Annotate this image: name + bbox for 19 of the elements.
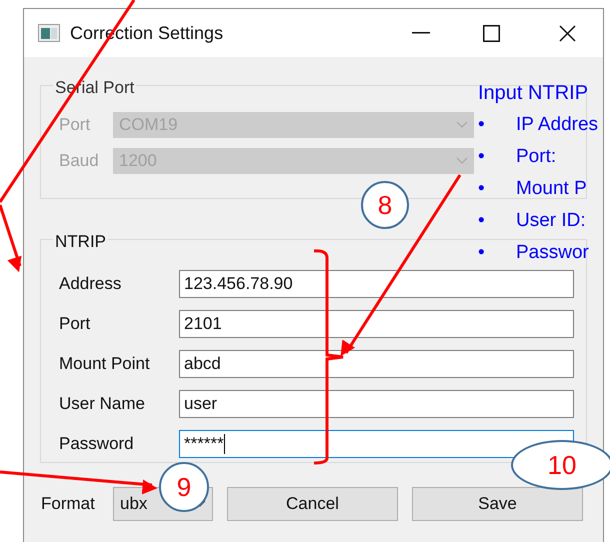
field-label: Port	[59, 313, 92, 336]
format-label: Format	[41, 493, 96, 516]
note-item: User ID:	[516, 209, 586, 233]
note-title: Input NTRIP	[478, 81, 590, 106]
bullet: •	[478, 177, 486, 201]
field-label: Address	[59, 273, 122, 296]
note-item: IP Addres	[516, 113, 598, 137]
field-label: Mount Point	[59, 353, 151, 376]
note-item: Passwor	[516, 241, 589, 265]
bullet: •	[478, 209, 486, 233]
field-label: Baud	[59, 150, 100, 172]
bullet: •	[478, 145, 486, 169]
field-label: Port	[59, 114, 92, 136]
note-item: Port:	[516, 145, 556, 169]
field-label: Password	[59, 433, 135, 456]
bullet: •	[478, 113, 486, 137]
bullet: •	[478, 241, 486, 265]
field-label: User Name	[59, 393, 146, 416]
note-item: Mount P	[516, 177, 587, 201]
